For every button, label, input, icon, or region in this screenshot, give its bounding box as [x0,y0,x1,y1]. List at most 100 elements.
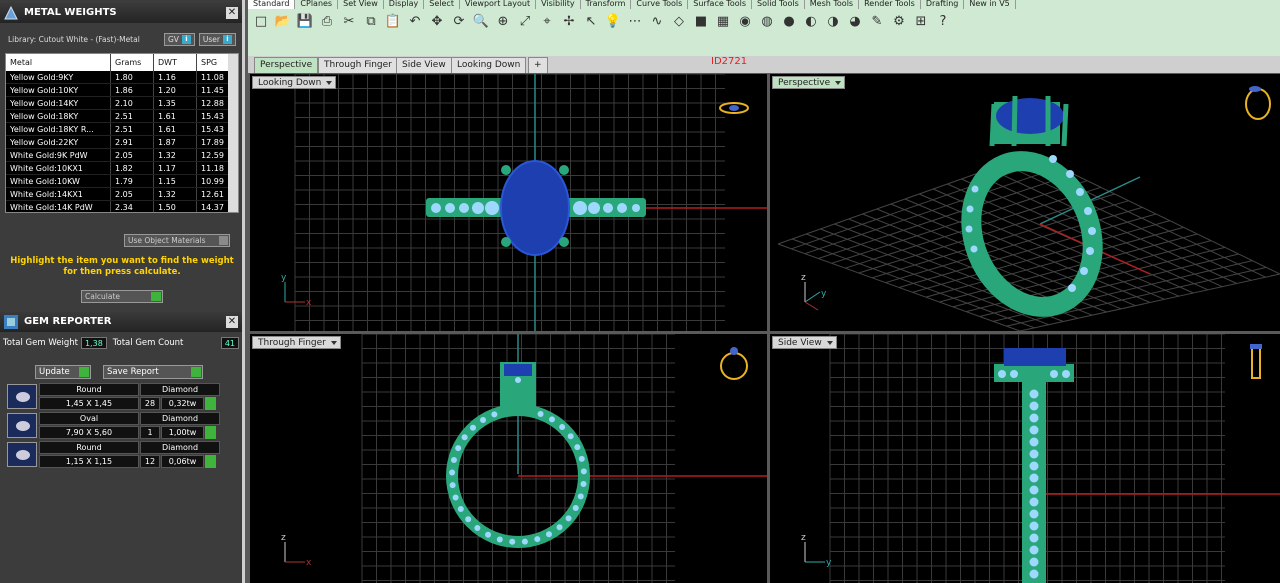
new-file-icon[interactable]: □ [252,12,270,30]
mesh-icon[interactable]: ▦ [714,12,732,30]
paste-icon[interactable]: 📋 [384,12,402,30]
table-cell: 1.61 [154,123,197,135]
column-header[interactable]: SPG [197,54,230,71]
toolbar-tab[interactable]: Visibility [536,0,581,9]
zoom-icon[interactable]: 🔍 [472,12,490,30]
undo-icon[interactable]: ↶ [406,12,424,30]
render-icon[interactable]: ◉ [736,12,754,30]
pencil-icon[interactable]: ✎ [868,12,886,30]
move-icon[interactable]: ✢ [560,12,578,30]
save-icon[interactable]: 💾 [296,12,314,30]
user-button[interactable]: User i [198,33,236,46]
play-icon[interactable] [205,455,216,468]
gem-row[interactable]: Round Diamond 1,15 X 1,15 12 0,06tw [5,441,220,468]
save-report-button[interactable]: Save Report [103,365,203,379]
surface-icon[interactable]: ◇ [670,12,688,30]
toolbar-tab[interactable]: Standard [248,0,296,9]
table-row[interactable]: Yellow Gold:9KY 1.80 1.16 11.08 [6,71,238,84]
toolbar-tab[interactable]: Select [424,0,460,9]
zoom-extents-icon[interactable]: ⤢ [516,12,534,30]
help-icon[interactable]: ? [934,12,952,30]
viewport-label-through-finger[interactable]: Through Finger [252,336,341,349]
table-row[interactable]: White Gold:14KX1 2.05 1.32 12.61 [6,188,238,201]
metal-weights-title: METAL WEIGHTS [24,7,117,18]
table-cell: 2.34 [111,201,154,212]
options-icon[interactable]: ⚙ [890,12,908,30]
column-header[interactable]: Grams [111,54,154,71]
viewport-label-side-view[interactable]: Side View [772,336,837,349]
table-row[interactable]: White Gold:14K PdW 2.34 1.50 14.37 [6,201,238,212]
toolbar-tab[interactable]: Drafting [921,0,965,9]
curve-icon[interactable]: ∿ [648,12,666,30]
head-stone [515,377,521,383]
play-icon[interactable] [205,397,216,410]
light-icon[interactable]: 💡 [604,12,622,30]
copy-icon[interactable]: ⧉ [362,12,380,30]
tab-through-finger[interactable]: Through Finger [318,57,398,73]
zoom-selected-icon[interactable]: ⌖ [538,12,556,30]
viewport-label-looking-down[interactable]: Looking Down [252,76,337,89]
sphere-blue-icon[interactable]: ◕ [846,12,864,30]
cut-icon[interactable]: ✂ [340,12,358,30]
column-header[interactable]: DWT [154,54,197,71]
tab-side-view[interactable]: Side View [396,57,452,73]
solid-icon[interactable]: ■ [692,12,710,30]
toolbar-tab[interactable]: Mesh Tools [805,0,860,9]
toolbar-tab[interactable]: New in V5 [964,0,1016,9]
gem-row[interactable]: Oval Diamond 7,90 X 5,60 1 1,00tw [5,412,220,439]
sphere-icon[interactable]: ● [780,12,798,30]
table-row[interactable]: White Gold:10KW 1.79 1.15 10.99 [6,175,238,188]
gem-reporter-title: GEM REPORTER [24,316,112,327]
viewport-side-view[interactable]: zy Side View [770,334,1280,583]
toolbar-tab[interactable]: Set View [338,0,384,9]
grid-snap-icon[interactable]: ⊞ [912,12,930,30]
pan-icon[interactable]: ✥ [428,12,446,30]
add-tab-button[interactable]: + [528,57,548,73]
open-folder-icon[interactable]: 📂 [274,12,292,30]
toolbar-tab[interactable]: CPlanes [295,0,339,9]
toolbar-tab[interactable]: Transform [581,0,632,9]
zoom-window-icon[interactable]: ⊕ [494,12,512,30]
sphere-rendered-icon[interactable]: ◑ [824,12,842,30]
table-row[interactable]: Yellow Gold:14KY 2.10 1.35 12.88 [6,97,238,110]
table-row[interactable]: Yellow Gold:22KY 2.91 1.87 17.89 [6,136,238,149]
color-wheel-icon[interactable]: ◍ [758,12,776,30]
points-icon[interactable]: ⋯ [626,12,644,30]
select-icon[interactable]: ↖ [582,12,600,30]
column-header[interactable]: Metal [6,54,111,71]
rotate-icon[interactable]: ⟳ [450,12,468,30]
table-cell: 17.89 [201,138,224,147]
viewport-through-finger[interactable]: zx Through Finger [250,334,767,583]
viewport-looking-down[interactable]: yx Looking Down [250,74,767,331]
print-icon[interactable]: ⎙ [318,12,336,30]
close-icon[interactable]: ✕ [226,7,238,19]
gv-button[interactable]: GV i [163,33,195,46]
toolbar-tab[interactable]: Surface Tools [688,0,753,9]
toolbar-tab[interactable]: Render Tools [859,0,921,9]
gem-row[interactable]: Round Diamond 1,45 X 1,45 28 0,32tw [5,383,220,410]
sphere-shaded-icon[interactable]: ◐ [802,12,820,30]
viewport-label-perspective[interactable]: Perspective [772,76,846,89]
table-cell: White Gold:14KX1 [6,188,111,200]
oval-stone [500,160,570,256]
table-row[interactable]: Yellow Gold:18KY 2.51 1.61 15.43 [6,110,238,123]
table-row[interactable]: Yellow Gold:18KY R... 2.51 1.61 15.43 [6,123,238,136]
metal-table: Metal Grams DWT SPG Yellow Gold:9KY 1.80 1… [5,53,239,213]
tab-looking-down[interactable]: Looking Down [451,57,527,73]
table-row[interactable]: White Gold:9K PdW 2.05 1.32 12.59 [6,149,238,162]
gem-shape: Round [39,383,139,396]
toolbar-tab[interactable]: Curve Tools [631,0,689,9]
toolbar-tab[interactable]: Display [384,0,425,9]
calculate-button[interactable]: Calculate [81,290,163,303]
viewport-perspective[interactable]: zy Perspective [770,74,1280,331]
table-row[interactable]: Yellow Gold:10KY 1.86 1.20 11.45 [6,84,238,97]
close-icon[interactable]: ✕ [226,316,238,328]
toolbar-tab[interactable]: Viewport Layout [460,0,537,9]
use-object-materials-checkbox[interactable]: Use Object Materials [124,234,230,247]
update-button[interactable]: Update [35,365,91,379]
play-icon[interactable] [205,426,216,439]
table-row[interactable]: White Gold:10KX1 1.82 1.17 11.18 [6,162,238,175]
toolbar-tab[interactable]: Solid Tools [752,0,805,9]
metal-table-scrollbar[interactable] [228,54,238,212]
tab-perspective[interactable]: Perspective [254,57,319,73]
